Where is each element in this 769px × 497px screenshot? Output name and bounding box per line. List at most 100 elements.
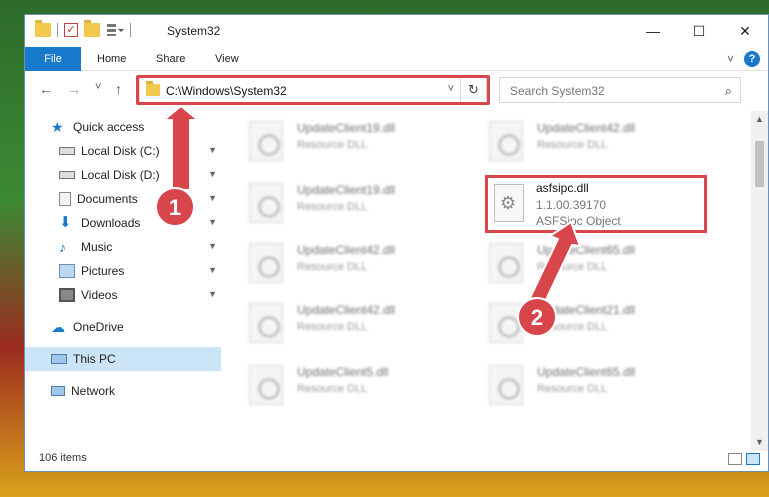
details-view-icon[interactable] — [728, 453, 742, 465]
pin-icon[interactable]: ▼ — [208, 289, 217, 299]
file-tile[interactable]: UpdateClient65.dll Resource DLL — [489, 361, 719, 417]
sidebar-item-local-disk-d[interactable]: Local Disk (D:) ▼ — [25, 163, 221, 187]
pin-icon[interactable]: ▼ — [208, 145, 217, 155]
file-version: 1.1.00.39170 — [536, 198, 607, 212]
file-tile[interactable]: UpdateClient21.dll Resource DLL — [489, 299, 719, 355]
sidebar-item-network[interactable]: Network — [25, 379, 221, 403]
sidebar-item-downloads[interactable]: ⬇ Downloads ▼ — [25, 211, 221, 235]
download-icon: ⬇ — [59, 214, 72, 231]
sidebar-item-local-disk-c[interactable]: Local Disk (C:) ▼ — [25, 139, 221, 163]
file-name: UpdateClient21.dll — [537, 303, 636, 317]
sidebar-item-label: Local Disk (D:) — [81, 168, 160, 182]
window-title: System32 — [167, 24, 221, 38]
pin-icon[interactable]: ▼ — [208, 169, 217, 179]
minimize-button[interactable]: — — [630, 15, 676, 47]
file-tile[interactable]: UpdateClient19.dll Resource DLL — [249, 117, 479, 173]
computer-icon — [51, 354, 67, 364]
ribbon-tabs: File Home Share View ˅ ? — [25, 47, 768, 71]
navigation-pane: ★ Quick access Local Disk (C:) ▼ Local D… — [25, 115, 221, 445]
file-name: asfsipc.dll — [536, 181, 589, 195]
tab-share[interactable]: Share — [156, 47, 185, 71]
file-name: UpdateClient42.dll — [537, 121, 636, 135]
close-button[interactable]: ✕ — [722, 15, 768, 47]
recent-locations-button[interactable]: ˅ — [95, 81, 101, 93]
toolbar-separator — [57, 23, 58, 37]
sidebar-item-label: Documents — [77, 192, 138, 206]
file-tile[interactable]: UpdateClient5.dll Resource DLL — [249, 361, 479, 417]
file-tile[interactable]: UpdateClient19.dll Resource DLL — [249, 179, 479, 235]
file-list: UpdateClient19.dll Resource DLL UpdateCl… — [221, 111, 741, 443]
vertical-scrollbar[interactable]: ▲ ▼ — [751, 111, 768, 451]
sidebar-item-pictures[interactable]: Pictures ▼ — [25, 259, 221, 283]
file-tile[interactable]: UpdateClient65.dll Resource DLL — [489, 239, 719, 295]
file-name: UpdateClient19.dll — [297, 121, 396, 135]
folder-icon[interactable] — [35, 20, 51, 37]
cloud-icon: ☁ — [51, 319, 65, 335]
large-icons-view-icon[interactable] — [746, 453, 760, 465]
sidebar-item-label: Network — [71, 384, 116, 398]
file-description: Resource DLL — [297, 261, 368, 273]
file-name: UpdateClient65.dll — [537, 243, 636, 257]
sidebar-item-label: Local Disk (C:) — [81, 144, 160, 158]
search-icon[interactable]: ⌕ — [725, 83, 732, 99]
view-switcher — [728, 453, 760, 465]
address-highlight-box — [136, 75, 490, 105]
quick-access-toolbar: ✓ — [35, 20, 131, 37]
dll-file-icon — [489, 303, 523, 343]
toolbar-separator — [130, 23, 131, 37]
back-button[interactable]: ← — [39, 81, 53, 97]
sidebar-item-documents[interactable]: Documents ▼ — [25, 187, 221, 211]
window-controls: — ☐ ✕ — [630, 15, 768, 47]
sidebar-item-label: Music — [81, 240, 113, 254]
file-description: Resource DLL — [537, 321, 608, 333]
star-icon: ★ — [51, 119, 64, 135]
asfsipc-file-tile[interactable]: asfsipc.dll 1.1.00.39170 ASFSipc Object — [485, 175, 707, 233]
scroll-up-icon[interactable]: ▲ — [751, 111, 768, 128]
file-description: Resource DLL — [297, 139, 368, 151]
file-tile[interactable]: UpdateClient42.dll Resource DLL — [249, 239, 479, 295]
customize-icon[interactable] — [106, 23, 124, 37]
file-description: ASFSipc Object — [536, 214, 621, 228]
sidebar-item-music[interactable]: ♪ Music ▼ — [25, 235, 221, 259]
file-name: UpdateClient65.dll — [537, 365, 636, 379]
dll-file-icon — [489, 365, 523, 405]
sidebar-item-quick-access[interactable]: ★ Quick access — [25, 115, 221, 139]
scroll-thumb[interactable] — [755, 141, 764, 187]
forward-button[interactable]: → — [67, 81, 81, 97]
file-description: Resource DLL — [297, 383, 368, 395]
maximize-button[interactable]: ☐ — [676, 15, 722, 47]
drive-icon — [59, 147, 75, 155]
help-icon[interactable]: ? — [744, 51, 760, 67]
sidebar-item-label: Videos — [81, 288, 118, 302]
pin-icon[interactable]: ▼ — [208, 217, 217, 227]
up-button[interactable]: ↑ — [115, 81, 122, 97]
tab-file[interactable]: File — [25, 47, 81, 71]
sidebar-item-label: This PC — [73, 352, 116, 366]
file-name: UpdateClient5.dll — [297, 365, 389, 379]
file-description: Resource DLL — [537, 383, 608, 395]
sidebar-item-label: Downloads — [81, 216, 141, 230]
tab-view[interactable]: View — [215, 47, 239, 71]
videos-icon — [59, 288, 75, 302]
dll-file-icon — [489, 121, 523, 161]
sidebar-item-label: OneDrive — [73, 320, 124, 334]
music-icon: ♪ — [59, 239, 66, 255]
new-folder-icon[interactable] — [84, 20, 100, 37]
file-name: UpdateClient42.dll — [297, 243, 396, 257]
file-tile[interactable]: UpdateClient42.dll Resource DLL — [249, 299, 479, 355]
pin-icon[interactable]: ▼ — [208, 193, 217, 203]
navigation-bar: ← → ˅ ↑ C:\Windows\System32 ˅ ↻ Search S… — [25, 75, 768, 105]
pin-icon[interactable]: ▼ — [208, 241, 217, 251]
sidebar-item-label: Quick access — [73, 120, 145, 134]
tab-home[interactable]: Home — [97, 47, 126, 71]
properties-check-icon[interactable]: ✓ — [64, 23, 78, 37]
sidebar-item-this-pc[interactable]: This PC — [25, 347, 221, 371]
sidebar-item-onedrive[interactable]: ☁ OneDrive — [25, 315, 221, 339]
dll-file-icon — [249, 183, 283, 223]
pictures-icon — [59, 264, 75, 278]
file-tile[interactable]: UpdateClient42.dll Resource DLL — [489, 117, 719, 173]
search-box[interactable]: Search System32 ⌕ — [499, 77, 741, 103]
sidebar-item-videos[interactable]: Videos ▼ — [25, 283, 221, 307]
ribbon-collapse-icon[interactable]: ˅ — [727, 52, 734, 66]
pin-icon[interactable]: ▼ — [208, 265, 217, 275]
